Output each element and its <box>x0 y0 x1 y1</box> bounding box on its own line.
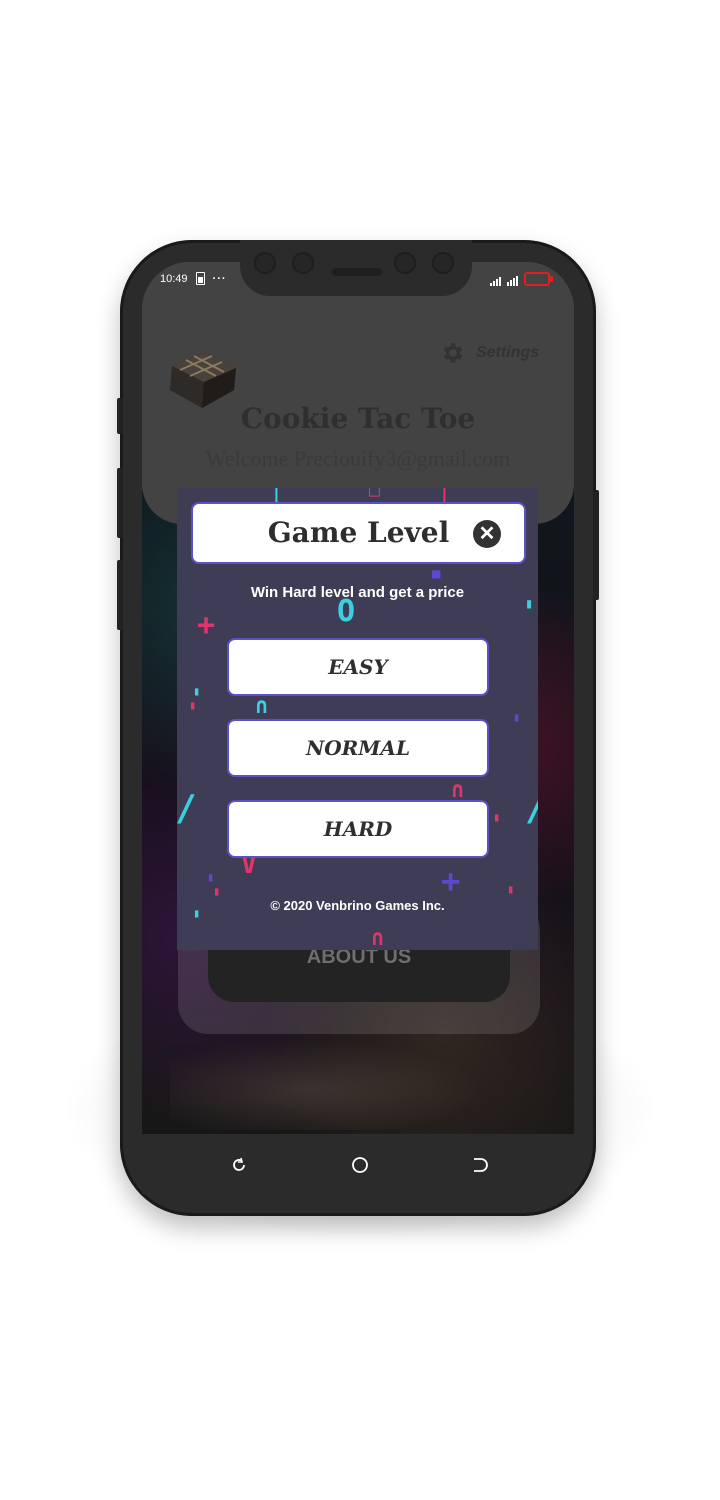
sensor-dot <box>394 252 416 274</box>
recents-icon[interactable] <box>471 1156 489 1174</box>
level-normal-button[interactable]: NORMAL <box>227 719 489 777</box>
decor-glyph: ▮ <box>513 710 521 724</box>
cell-signal-icon <box>490 277 501 286</box>
close-icon[interactable]: ✕ <box>473 520 501 548</box>
decor-glyph: | <box>271 488 282 503</box>
phone-power-button <box>593 490 599 600</box>
earpiece-speaker <box>332 268 382 276</box>
decor-glyph: ▮ <box>507 882 515 896</box>
decor-glyph: ▮ <box>493 810 501 824</box>
level-easy-button[interactable]: EASY <box>227 638 489 696</box>
level-hard-button[interactable]: HARD <box>227 800 489 858</box>
cell-signal-icon <box>507 276 518 286</box>
status-time: 10:49 <box>160 272 188 285</box>
dialog-header: Game Level ✕ <box>191 502 526 564</box>
phone-volume-down <box>117 560 123 630</box>
welcome-text: Welcome Preciouify3@gmail.com <box>205 446 511 471</box>
more-dots-icon: ··· <box>212 272 227 285</box>
settings-label: Settings <box>476 344 540 361</box>
decor-glyph: ∩ <box>371 926 385 950</box>
background-hand-art <box>170 1030 510 1130</box>
decor-glyph: ■ <box>432 566 441 582</box>
decor-glyph: □ <box>369 488 380 501</box>
decor-glyph: / <box>177 788 197 829</box>
battery-saver-icon <box>195 272 205 285</box>
home-icon[interactable] <box>351 1156 369 1174</box>
decor-glyph: ▮ <box>189 698 197 712</box>
phone-notch <box>240 240 472 296</box>
decor-glyph: | <box>439 488 450 503</box>
game-level-dialog: | □ | + O ■ ▮ ▮ ▮ ∩ ▮ / ∩ / ▮ V ▮ ▮ + ▮ … <box>177 488 538 950</box>
copyright-text: © 2020 Venbrino Games Inc. <box>270 898 445 913</box>
decor-glyph: ∩ <box>255 694 269 719</box>
front-camera <box>432 252 454 274</box>
gear-icon <box>443 343 463 363</box>
back-icon[interactable] <box>230 1156 248 1174</box>
decor-glyph: ▮ <box>213 884 221 898</box>
decor-glyph: + <box>441 862 461 900</box>
sensor-dot <box>292 252 314 274</box>
sensor-dot <box>254 252 276 274</box>
phone-volume-up <box>117 468 123 538</box>
app-title: Cookie Tac Toe <box>240 402 476 435</box>
decor-glyph: ▮ <box>207 870 215 884</box>
decor-glyph: ▮ <box>193 684 201 698</box>
battery-low-icon <box>524 272 553 286</box>
status-bar-right <box>490 272 553 286</box>
dialog-subtitle: Win Hard level and get a price <box>250 584 465 601</box>
decor-glyph: / <box>525 788 538 829</box>
settings-button[interactable]: Settings <box>440 340 539 366</box>
phone-side-button <box>117 398 123 434</box>
status-bar-left: 10:49 ··· <box>160 272 227 285</box>
decor-glyph: + <box>197 608 216 643</box>
